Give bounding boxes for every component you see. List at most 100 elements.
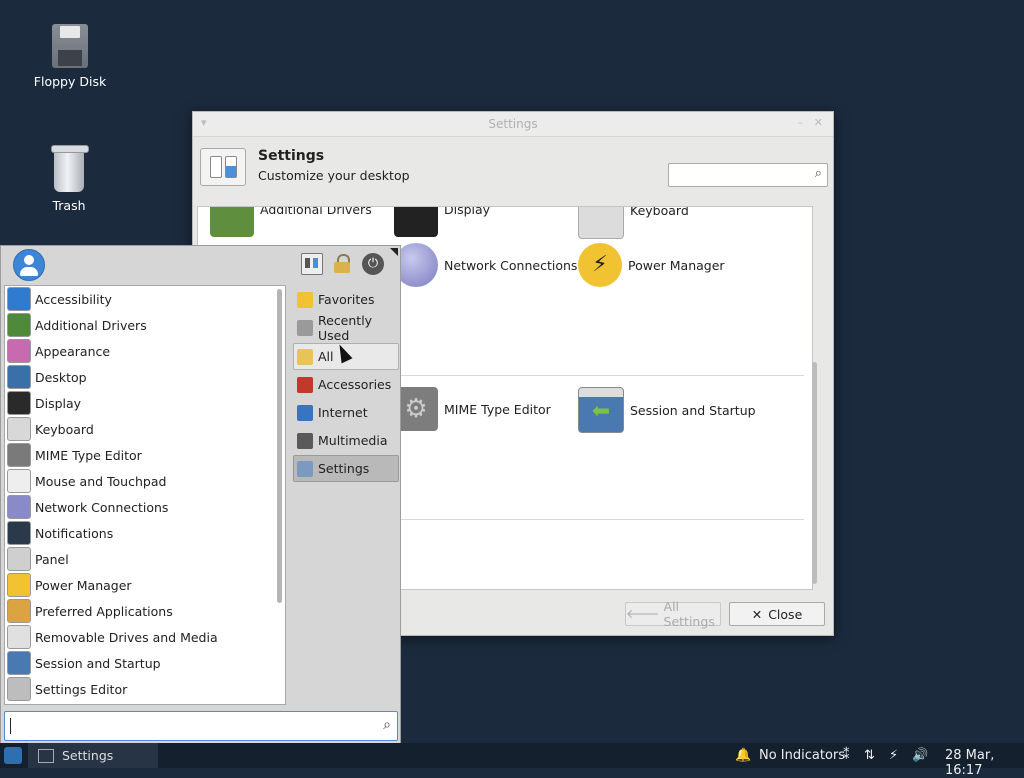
- app-icon: [7, 469, 31, 493]
- menu-search-input[interactable]: ⌕: [4, 711, 398, 741]
- category-item[interactable]: Settings: [293, 455, 399, 482]
- app-item[interactable]: Mouse and Touchpad: [5, 468, 271, 494]
- settings-item-network-connections[interactable]: Network Connections: [394, 243, 577, 287]
- settings-item-session-startup[interactable]: ⬅ Session and Startup: [578, 387, 756, 433]
- app-item[interactable]: Removable Drives and Media: [5, 624, 271, 650]
- category-label: Accessories: [318, 377, 392, 392]
- power-manager-icon: ⚡: [578, 243, 622, 287]
- app-icon: [7, 625, 31, 649]
- indicators-label[interactable]: No Indicators: [759, 748, 845, 763]
- bell-icon[interactable]: 🔔: [735, 748, 751, 763]
- keyboard-icon: [578, 207, 624, 239]
- app-label: Removable Drives and Media: [35, 629, 218, 645]
- category-item[interactable]: Recently Used: [293, 312, 399, 343]
- settings-item-additional-drivers[interactable]: Additional Drivers: [210, 207, 372, 237]
- app-item[interactable]: Desktop: [5, 364, 271, 390]
- settings-item-keyboard[interactable]: Keyboard: [578, 207, 689, 239]
- window-title: Settings: [488, 117, 538, 131]
- app-item[interactable]: Additional Drivers: [5, 312, 271, 338]
- category-label: Multimedia: [318, 433, 388, 448]
- settings-scrollbar[interactable]: [812, 362, 817, 584]
- category-item[interactable]: Accessories: [293, 371, 399, 398]
- settings-app-icon: [200, 148, 246, 186]
- app-icon: [7, 313, 31, 337]
- desktop-icon-floppy[interactable]: Floppy Disk: [25, 24, 115, 89]
- app-list-scrollbar[interactable]: [277, 289, 282, 603]
- clock[interactable]: 28 Mar, 16:17: [945, 748, 1024, 778]
- floppy-disk-icon: [52, 24, 88, 68]
- trash-icon: [51, 145, 89, 192]
- application-list: Accessibility Additional Drivers Appearanc…: [4, 285, 286, 705]
- app-icon: [7, 287, 31, 311]
- category-icon: [297, 348, 313, 365]
- app-item[interactable]: Accessibility: [5, 286, 271, 312]
- app-label: Appearance: [35, 343, 111, 359]
- app-item[interactable]: Display: [5, 390, 271, 416]
- app-label: Desktop: [35, 369, 87, 385]
- close-button[interactable]: ✕ Close: [729, 602, 825, 626]
- power-manager-tray-icon[interactable]: ⚡: [889, 748, 898, 763]
- desktop-icon-trash[interactable]: Trash: [24, 145, 114, 213]
- app-item[interactable]: Keyboard: [5, 416, 271, 442]
- category-icon: [297, 460, 313, 477]
- app-label: Additional Drivers: [35, 317, 147, 333]
- app-item[interactable]: Power Manager: [5, 572, 271, 598]
- category-label: Settings: [318, 461, 370, 476]
- app-item[interactable]: Session and Startup: [5, 650, 271, 676]
- search-icon: ⌕: [383, 717, 391, 733]
- lock-screen-icon[interactable]: [332, 253, 352, 273]
- app-icon: [7, 365, 31, 389]
- settings-search-input[interactable]: ⌕: [668, 163, 828, 187]
- app-icon: [7, 651, 31, 675]
- app-label: Mouse and Touchpad: [35, 473, 167, 489]
- close-icon[interactable]: ✕: [814, 116, 823, 129]
- category-icon: [297, 404, 313, 421]
- app-item[interactable]: Panel: [5, 546, 271, 572]
- app-item[interactable]: Notifications: [5, 520, 271, 546]
- taskbar-item-settings[interactable]: Settings: [28, 743, 158, 768]
- text-caret: [10, 718, 11, 734]
- bluetooth-icon[interactable]: ⁑: [843, 748, 850, 763]
- category-label: Recently Used: [318, 312, 373, 343]
- settings-header: Settings Customize your desktop ⌕: [193, 137, 833, 195]
- app-icon: [7, 547, 31, 571]
- settings-item-power-manager[interactable]: ⚡ Power Manager: [578, 243, 725, 287]
- back-arrow-icon: 🡐: [626, 606, 660, 621]
- app-icon: [7, 339, 31, 363]
- settings-item-mime-type-editor[interactable]: ⚙ MIME Type Editor: [394, 387, 551, 431]
- category-item[interactable]: Favorites: [293, 286, 399, 313]
- resize-corner-icon[interactable]: [390, 248, 398, 256]
- additional-drivers-icon: [210, 207, 254, 237]
- session-startup-icon: ⬅: [578, 387, 624, 433]
- settings-item-display[interactable]: Display: [394, 207, 490, 237]
- app-icon: [7, 677, 31, 701]
- display-icon: [394, 207, 438, 237]
- app-item[interactable]: Settings Editor: [5, 676, 271, 702]
- app-label: Accessibility: [35, 291, 112, 307]
- window-titlebar[interactable]: ▾ Settings – ✕: [193, 112, 833, 137]
- app-item[interactable]: Preferred Applications: [5, 598, 271, 624]
- category-icon: [297, 432, 313, 449]
- app-label: Preferred Applications: [35, 603, 173, 619]
- category-item[interactable]: Multimedia: [293, 427, 399, 454]
- app-item[interactable]: Network Connections: [5, 494, 271, 520]
- app-icon: [7, 391, 31, 415]
- all-settings-button[interactable]: 🡐 All Settings: [625, 599, 721, 629]
- power-icon[interactable]: ⏻: [362, 253, 384, 275]
- app-label: Network Connections: [35, 499, 169, 515]
- close-x-icon: ✕: [751, 606, 763, 622]
- settings-manager-icon[interactable]: [301, 253, 323, 275]
- taskbar: Settings 🔔 No Indicators ⁑ ⇅ ⚡ 🔊 28 Mar,…: [0, 743, 1024, 778]
- volume-icon[interactable]: 🔊: [912, 748, 928, 763]
- app-item[interactable]: Appearance: [5, 338, 271, 364]
- app-item[interactable]: MIME Type Editor: [5, 442, 271, 468]
- category-item[interactable]: Internet: [293, 399, 399, 426]
- app-icon: [7, 573, 31, 597]
- network-updown-icon[interactable]: ⇅: [864, 748, 875, 763]
- minimize-icon[interactable]: –: [798, 116, 804, 129]
- app-icon: [7, 417, 31, 441]
- category-icon: [297, 319, 313, 336]
- user-avatar-icon[interactable]: [13, 249, 45, 281]
- app-label: Keyboard: [35, 421, 94, 437]
- whisker-menu-button[interactable]: [4, 747, 22, 764]
